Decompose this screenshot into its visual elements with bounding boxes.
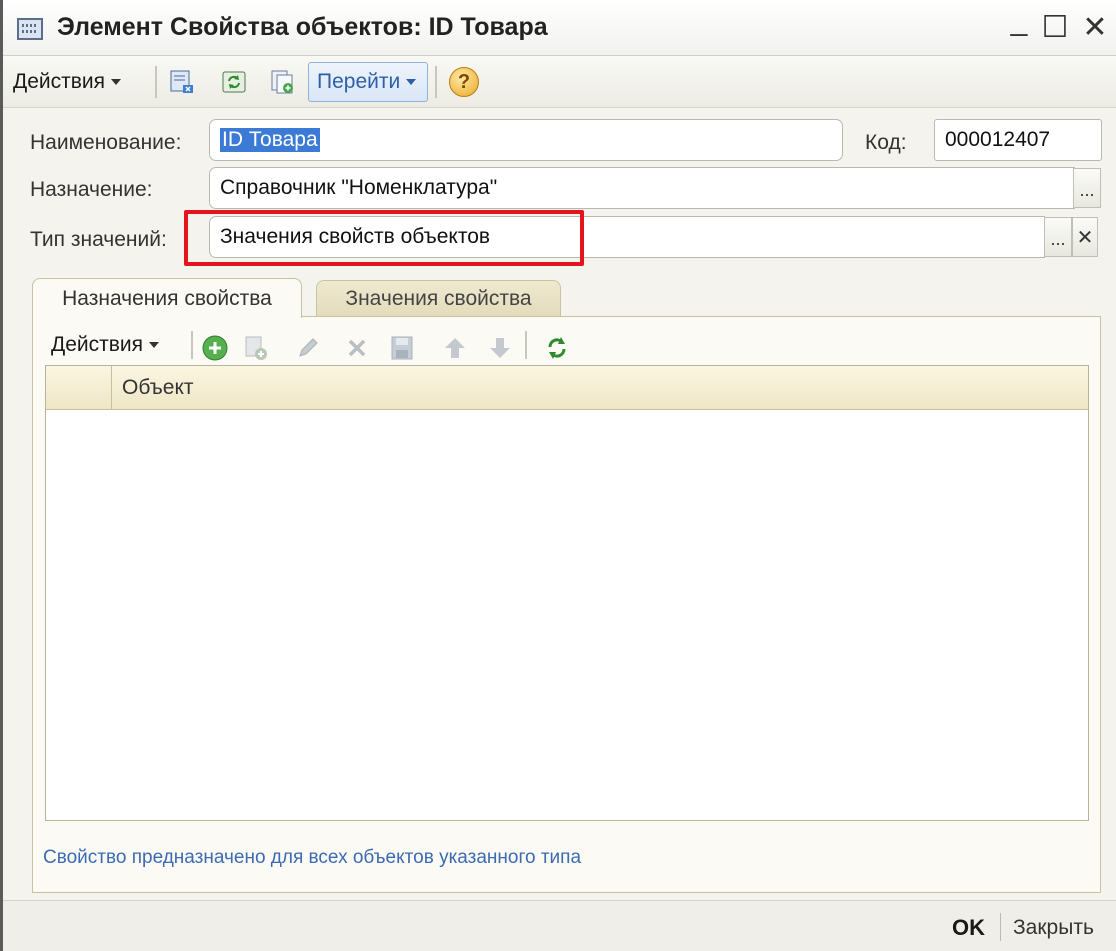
purpose-field[interactable]: Справочник "Номенклатура"	[209, 167, 1075, 209]
actions-menu-label: Действия	[13, 70, 106, 93]
code-value: 000012407	[945, 128, 1051, 151]
value-type-clear-button[interactable]: ✕	[1072, 217, 1098, 257]
copy-row-icon[interactable]	[243, 334, 269, 362]
dialog-footer: OK Закрыть	[3, 900, 1116, 951]
move-up-icon[interactable]	[443, 334, 467, 362]
delete-icon[interactable]	[345, 334, 369, 362]
value-type-field[interactable]: Значения свойств объектов	[209, 216, 1045, 258]
form-icon	[17, 18, 43, 40]
name-label: Наименование:	[30, 131, 182, 154]
table-toolbar: Действия	[33, 321, 1100, 369]
goto-menu-label: Перейти	[317, 70, 401, 93]
tab-property-assignments[interactable]: Назначения свойства	[32, 278, 302, 318]
copy-document-icon[interactable]	[269, 69, 295, 95]
chevron-down-icon	[111, 79, 122, 85]
toolbar-separator	[525, 331, 527, 359]
column-header-object[interactable]: Объект	[122, 376, 194, 400]
save-icon[interactable]	[389, 334, 415, 362]
close-window-button[interactable]: ✕	[1077, 10, 1113, 45]
title-bar: Элемент Свойства объектов: ID Товара _ ☐…	[3, 0, 1116, 56]
minimize-button[interactable]: _	[1001, 4, 1037, 38]
window-title: Элемент Свойства объектов: ID Товара	[57, 13, 548, 41]
actions-menu-button[interactable]: Действия	[13, 56, 122, 108]
toolbar-separator	[435, 66, 437, 98]
table-actions-label: Действия	[51, 333, 144, 356]
write-and-close-icon[interactable]	[169, 69, 195, 95]
chevron-down-icon	[149, 342, 160, 348]
toolbar-separator	[191, 331, 193, 359]
purpose-value: Справочник "Номенклатура"	[220, 176, 498, 199]
code-field[interactable]: 000012407	[934, 119, 1102, 161]
refresh-form-icon[interactable]	[221, 69, 247, 95]
objects-table[interactable]: Объект	[45, 365, 1089, 821]
help-icon[interactable]: ?	[449, 67, 479, 97]
value-type-select-button[interactable]: ...	[1044, 217, 1072, 257]
footer-separator	[1000, 913, 1001, 941]
property-element-window: Элемент Свойства объектов: ID Товара _ ☐…	[0, 0, 1116, 951]
ok-button[interactable]: OK	[952, 915, 985, 941]
value-type-label: Тип значений:	[30, 228, 167, 251]
property-scope-note: Свойство предназначено для всех объектов…	[43, 847, 582, 868]
chevron-down-icon	[406, 79, 417, 85]
add-icon[interactable]	[201, 334, 229, 362]
name-field[interactable]: ID Товара	[209, 119, 843, 161]
main-toolbar: Действия Перейти ?	[3, 56, 1116, 108]
table-header: Объект	[46, 366, 1088, 410]
edit-pencil-icon[interactable]	[295, 334, 321, 362]
close-button[interactable]: Закрыть	[1013, 916, 1094, 940]
tab-panel: Действия Объект Свойство предназначено д…	[32, 316, 1101, 893]
value-type-value: Значения свойств объектов	[220, 225, 491, 248]
purpose-label: Назначение:	[30, 178, 153, 201]
code-label: Код:	[865, 131, 907, 154]
maximize-button[interactable]: ☐	[1037, 10, 1073, 45]
toolbar-separator	[155, 66, 157, 98]
move-down-icon[interactable]	[488, 334, 512, 362]
refresh-icon[interactable]	[543, 334, 571, 362]
tab-property-values[interactable]: Значения свойства	[316, 280, 561, 316]
name-value: ID Товара	[220, 128, 320, 152]
purpose-select-button[interactable]: ...	[1073, 168, 1101, 208]
goto-menu-button[interactable]: Перейти	[308, 62, 428, 102]
table-actions-menu-button[interactable]: Действия	[51, 323, 160, 367]
row-marker-header	[46, 366, 112, 410]
